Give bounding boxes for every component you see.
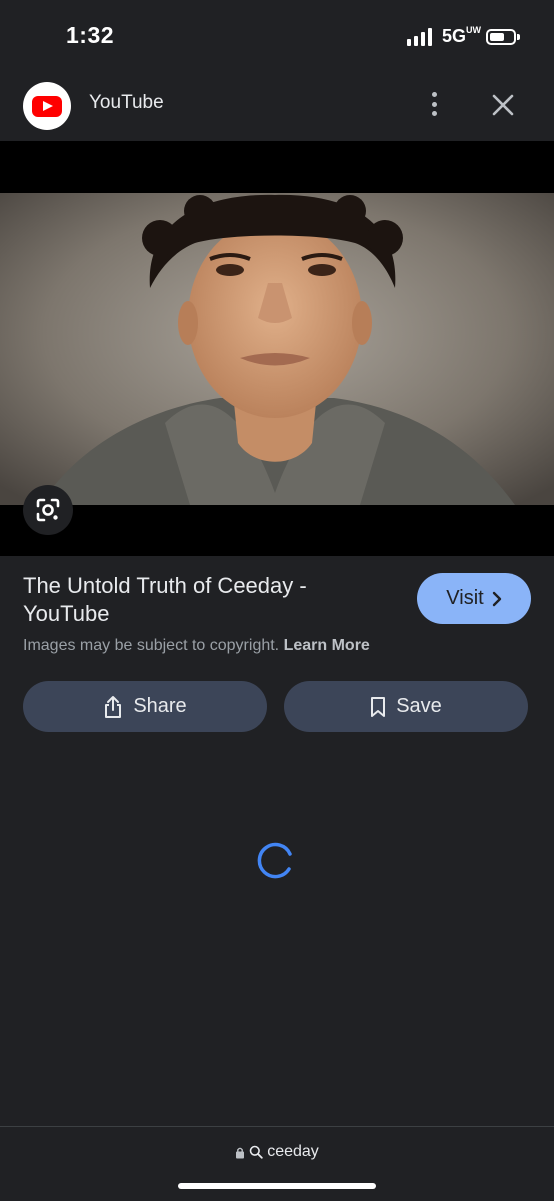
network-suffix: UW: [466, 25, 481, 35]
signal-strength-icon: [406, 27, 432, 46]
lock-icon: [236, 1147, 245, 1158]
image-preview[interactable]: [0, 141, 554, 556]
address-bar[interactable]: ceeday: [0, 1143, 554, 1161]
learn-more-link[interactable]: Learn More: [284, 637, 370, 654]
network-type: 5GUW: [441, 25, 481, 47]
status-indicators: 5GUW: [406, 25, 520, 47]
source-logo[interactable]: [23, 82, 71, 130]
visit-label: Visit: [446, 587, 484, 609]
save-label: Save: [396, 695, 442, 717]
more-vert-icon[interactable]: [423, 88, 445, 120]
google-lens-button[interactable]: [23, 485, 73, 535]
home-indicator[interactable]: [178, 1183, 376, 1189]
url-text: ceeday: [267, 1143, 319, 1160]
visit-button[interactable]: Visit: [417, 573, 531, 624]
youtube-logo-icon: [32, 95, 62, 117]
share-label: Share: [133, 695, 187, 717]
loading-spinner-icon: [257, 842, 292, 879]
result-title[interactable]: The Untold Truth of Ceeday - YouTube: [23, 572, 383, 628]
copyright-notice: Images may be subject to copyright. Lear…: [23, 637, 370, 655]
status-time: 1:32: [66, 22, 115, 48]
battery-icon: [486, 28, 520, 45]
share-button[interactable]: Share: [23, 681, 267, 732]
result-header: YouTube: [0, 74, 554, 140]
copyright-text: Images may be subject to copyright.: [23, 637, 280, 654]
share-icon: [105, 695, 122, 718]
chevron-right-icon: [492, 591, 501, 606]
bookmark-icon: [371, 696, 386, 717]
close-icon[interactable]: [488, 90, 518, 120]
video-thumbnail: [0, 193, 554, 505]
source-name[interactable]: YouTube: [89, 92, 164, 114]
google-lens-icon: [36, 498, 60, 522]
bottom-url-bar: ceeday: [0, 1126, 554, 1201]
search-icon: [249, 1145, 263, 1159]
save-button[interactable]: Save: [284, 681, 528, 732]
status-bar: 1:32 5GUW: [0, 0, 554, 74]
